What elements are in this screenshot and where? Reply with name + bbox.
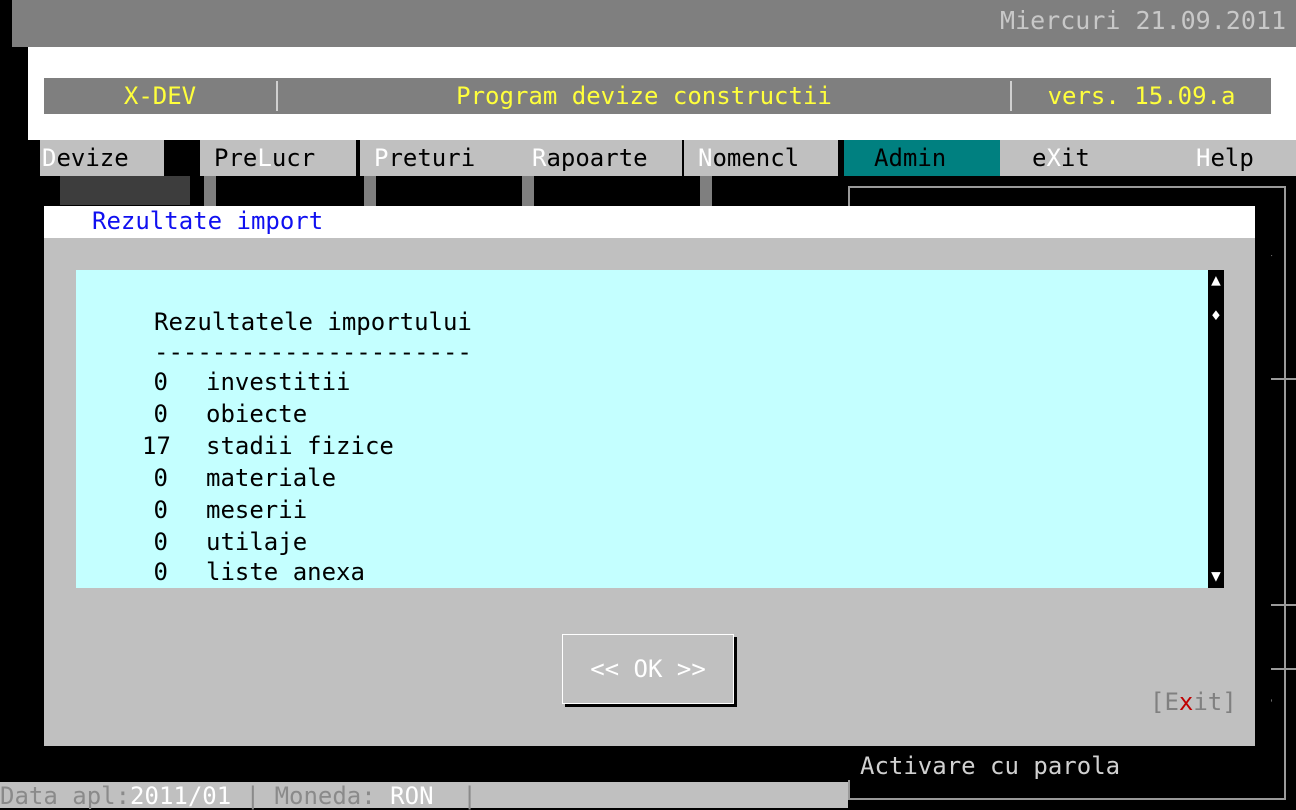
count-obiecte: 0 <box>153 400 168 428</box>
count-meserii: 0 <box>153 496 168 524</box>
label-obiecte: obiecte <box>206 400 308 428</box>
menu-rapoarte[interactable]: Rapoarte <box>520 140 682 176</box>
menu-bar: Devize PreLucr Preturi Rapoarte Nomencl … <box>12 140 1296 176</box>
activation-text: Activare cu parola <box>860 752 1121 780</box>
app-title: Program devize constructii <box>456 82 832 110</box>
count-stadii-fizice: 17 <box>142 432 171 460</box>
results-scrollbar[interactable]: ▲ ♦ ▼ <box>1208 270 1224 588</box>
app-version: vers. 15.09.a <box>1047 82 1236 110</box>
dialog-title-bar: Rezultate import <box>44 206 1255 238</box>
label-utilaje: utilaje <box>206 528 308 556</box>
app-name: X-DEV <box>123 82 197 110</box>
count-materiale: 0 <box>153 464 168 492</box>
count-investitii: 0 <box>153 368 168 396</box>
dialog-title: Rezultate import <box>92 207 324 235</box>
label-liste-anexa: liste anexa <box>206 558 365 586</box>
ok-button-label: << OK >> <box>590 655 706 683</box>
menu-nomencl[interactable]: Nomencl <box>684 140 838 176</box>
count-liste-anexa: 0 <box>153 558 168 586</box>
menu-help[interactable]: Help <box>1162 140 1296 176</box>
status-currency-value: RON <box>390 782 434 810</box>
menu-exit[interactable]: eXit <box>1000 140 1172 176</box>
label-investitii: investitii <box>206 368 351 396</box>
ok-button[interactable]: << OK >> <box>562 634 734 704</box>
label-materiale: materiale <box>206 464 337 492</box>
results-heading: Rezultatele importului <box>154 308 472 336</box>
menu-prelucr[interactable]: PreLucr <box>200 140 356 176</box>
results-textbox[interactable]: Rezultatele importului -----------------… <box>76 270 1208 588</box>
menu-devize[interactable]: Devize <box>40 140 164 176</box>
current-date: Miercuri 21.09.2011 <box>1000 6 1286 35</box>
exit-hint[interactable]: [Exit] <box>1150 688 1237 716</box>
menu-preturi[interactable]: Preturi <box>360 140 522 176</box>
title-bar: X-DEV Program devize constructii vers. 1… <box>44 78 1271 114</box>
scroll-thumb-icon[interactable]: ♦ <box>1209 308 1223 324</box>
status-bar: Data apl:2011/01 | Moneda: RON | <box>0 782 848 810</box>
label-stadii-fizice: stadii fizice <box>206 432 394 460</box>
status-date-value: 2011/01 <box>130 782 232 810</box>
label-meserii: meserii <box>206 496 308 524</box>
menu-admin[interactable]: Admin <box>844 140 1012 176</box>
top-bar: Miercuri 21.09.2011 <box>12 0 1296 47</box>
results-underline: ---------------------- <box>154 338 472 366</box>
scroll-down-icon[interactable]: ▼ <box>1209 568 1223 584</box>
scroll-up-icon[interactable]: ▲ <box>1209 272 1223 288</box>
count-utilaje: 0 <box>153 528 168 556</box>
dialog-shadow <box>1255 215 1271 759</box>
